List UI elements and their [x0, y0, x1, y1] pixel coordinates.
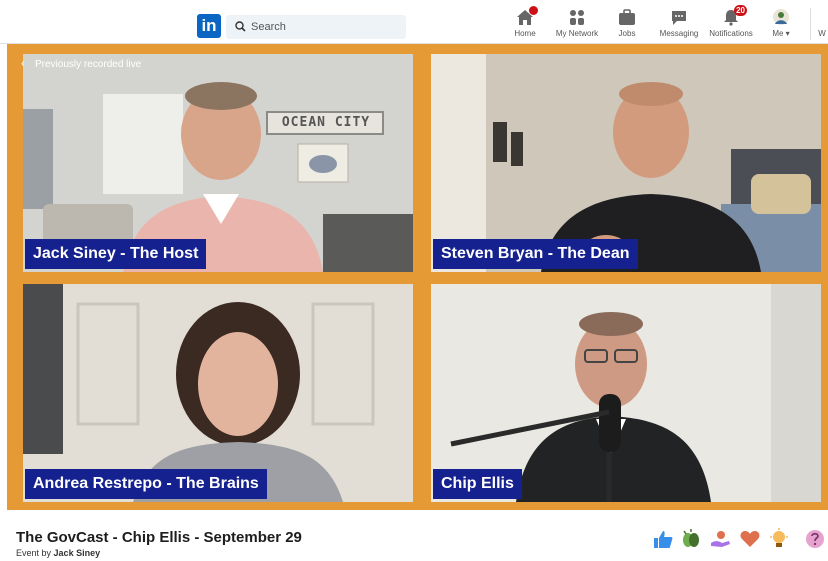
top-nav-bar: in Home My Network Jobs Messaging 20: [0, 0, 828, 44]
messaging-icon: [669, 8, 689, 26]
linkedin-logo-icon[interactable]: in: [197, 14, 221, 38]
nav-messaging[interactable]: Messaging: [657, 8, 701, 44]
notification-dot: [529, 6, 538, 15]
previously-recorded-label: Previously recorded live: [35, 59, 142, 70]
live-video-player[interactable]: OCEAN CITY Jack Siney - The Host Steven …: [7, 44, 828, 510]
love-icon[interactable]: [739, 528, 761, 550]
nav-home-label: Home: [514, 29, 536, 38]
nav-me[interactable]: Me ▾: [768, 8, 794, 44]
search-input[interactable]: [251, 15, 401, 39]
search-box[interactable]: [226, 15, 406, 39]
organizer-link[interactable]: Jack Siney: [54, 548, 101, 558]
participant-name-tag: Chip Ellis: [433, 469, 522, 499]
chevron-left-icon: ‹: [21, 56, 25, 70]
nav-notifications-label: Notifications: [709, 29, 753, 38]
video-tile-guest: Chip Ellis: [431, 284, 821, 502]
participant-name-tag: Steven Bryan - The Dean: [433, 239, 638, 269]
nav-divider: [810, 8, 811, 40]
curious-icon[interactable]: [804, 528, 826, 550]
video-tile-host: OCEAN CITY Jack Siney - The Host: [23, 54, 413, 272]
bell-icon: 20: [721, 5, 747, 26]
avatar: [771, 8, 791, 26]
insightful-icon[interactable]: [768, 528, 790, 550]
briefcase-icon: [617, 8, 637, 26]
nav-my-network-label: My Network: [555, 29, 599, 38]
support-icon[interactable]: [709, 528, 731, 550]
network-icon: [567, 8, 587, 26]
home-icon: [515, 6, 538, 26]
nav-jobs[interactable]: Jobs: [612, 8, 642, 44]
nav-home[interactable]: Home: [510, 6, 540, 44]
event-organizer: Event by Jack Siney: [16, 548, 101, 558]
event-title: The GovCast - Chip Ellis - September 29: [16, 529, 302, 546]
previously-recorded-back-button[interactable]: ‹ Previously recorded live: [21, 56, 141, 70]
video-tile-dean: Steven Bryan - The Dean: [431, 54, 821, 272]
video-tile-brains: Andrea Restrepo - The Brains: [23, 284, 413, 502]
like-icon[interactable]: [652, 528, 674, 550]
nav-notifications[interactable]: 20 Notifications: [706, 5, 756, 44]
nav-jobs-label: Jobs: [618, 29, 636, 38]
nav-my-network[interactable]: My Network: [553, 8, 601, 44]
nav-me-label: Me ▾: [772, 29, 790, 38]
celebrate-icon[interactable]: [680, 528, 702, 550]
notification-count-badge: 20: [734, 5, 747, 16]
chevron-down-icon: ▾: [785, 29, 790, 38]
search-icon: [235, 21, 246, 32]
nav-messaging-label: Messaging: [659, 29, 699, 38]
ocean-city-sign: OCEAN CITY: [281, 115, 371, 130]
participant-name-tag: Andrea Restrepo - The Brains: [25, 469, 267, 499]
participant-name-tag: Jack Siney - The Host: [25, 239, 207, 269]
